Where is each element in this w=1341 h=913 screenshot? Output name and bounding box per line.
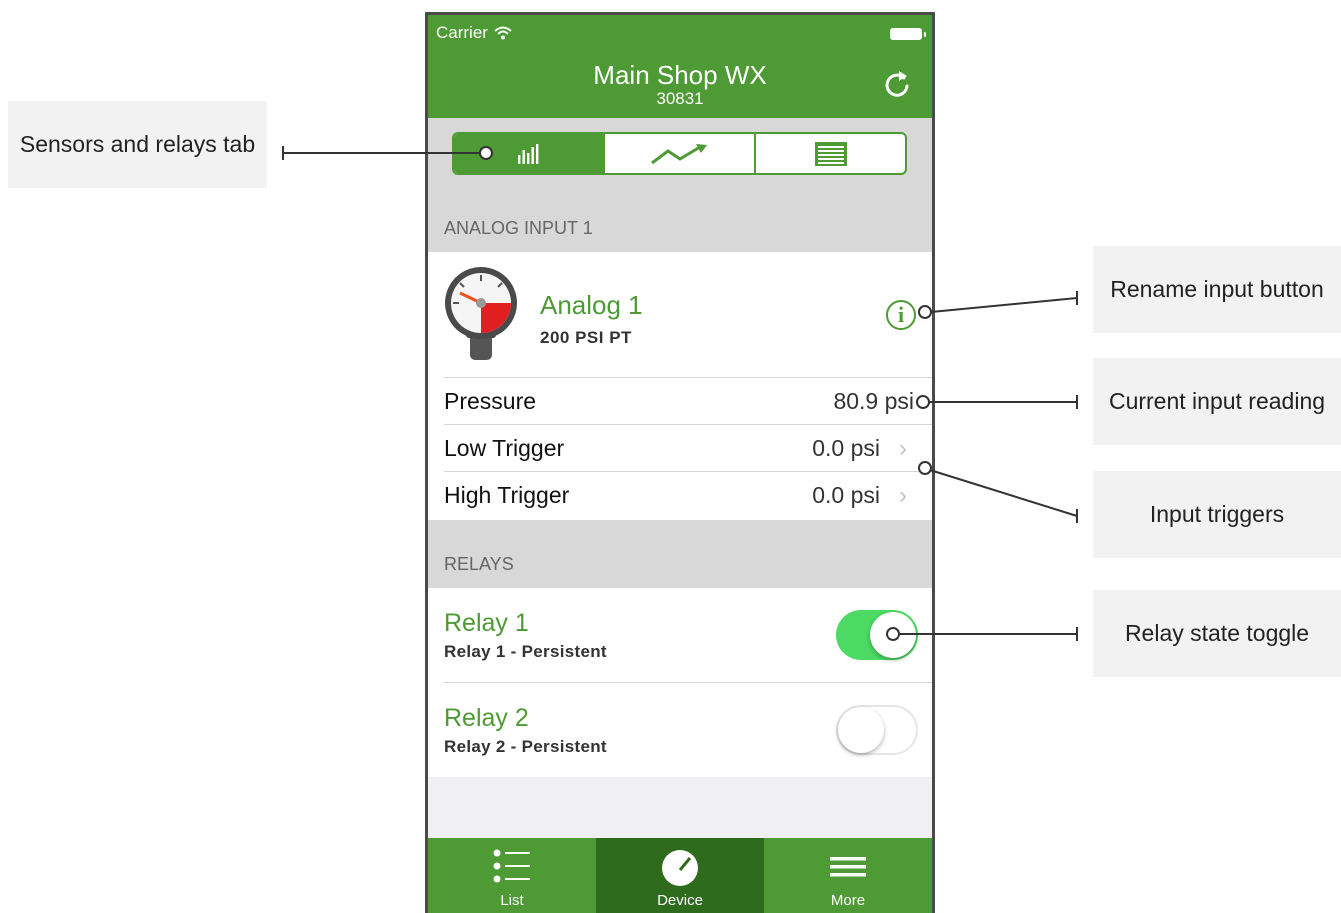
callout-rename-button: Rename input button (1093, 246, 1341, 333)
tab-device[interactable]: Device (596, 838, 764, 913)
analog-section-header: ANALOG INPUT 1 (428, 204, 932, 252)
callout-relay-toggle: Relay state toggle (1093, 590, 1341, 677)
nav-bar: Main Shop WX 30831 (428, 51, 932, 118)
reading-row: Pressure 80.9 psi (444, 377, 932, 425)
high-trigger-value: 0.0 psi (812, 482, 880, 508)
chevron-right-icon: › (899, 434, 907, 462)
reading-label: Pressure (444, 388, 537, 414)
low-trigger-value: 0.0 psi (812, 435, 880, 461)
tab-data-table[interactable] (756, 134, 905, 173)
callout-input-triggers: Input triggers (1093, 471, 1341, 558)
tab-more-label: More (830, 892, 866, 909)
tab-history-graph[interactable] (605, 134, 756, 173)
relay-2-subtitle: Relay 2 - Persistent (444, 737, 607, 756)
table-grid-icon (814, 141, 847, 166)
relays-section-header: RELAYS (428, 520, 932, 588)
low-trigger-label: Low Trigger (444, 435, 565, 461)
row-divider (444, 682, 932, 683)
device-title: Main Shop WX (593, 60, 767, 90)
carrier-indicator: Carrier (436, 23, 512, 43)
tab-more[interactable]: More (764, 838, 932, 913)
relay-1-toggle[interactable] (836, 610, 918, 660)
tab-list[interactable]: List (428, 838, 596, 913)
status-bar: Carrier (428, 15, 932, 51)
callout-sensors-tab: Sensors and relays tab (8, 101, 267, 188)
pressure-gauge-icon (445, 267, 517, 360)
tab-sensors-relays[interactable] (454, 134, 605, 173)
list-icon (493, 849, 530, 883)
relays-card: Relay 1 Relay 1 - Persistent Relay 2 Rel… (428, 588, 932, 777)
relay-2-toggle[interactable] (836, 705, 918, 755)
bottom-tab-bar: List Device More (428, 838, 932, 913)
bar-chart-icon (517, 143, 538, 164)
toggle-knob (870, 612, 916, 658)
relay-1-subtitle: Relay 1 - Persistent (444, 642, 607, 661)
high-trigger-label: High Trigger (444, 482, 570, 508)
wifi-icon (494, 26, 512, 40)
device-dial-icon (662, 850, 698, 886)
menu-icon (830, 857, 866, 877)
device-id: 30831 (656, 89, 704, 108)
low-trigger-row[interactable]: Low Trigger 0.0 psi › (444, 424, 932, 472)
relay-2-name: Relay 2 (444, 704, 529, 732)
sensor-type: 200 PSI PT (540, 328, 632, 347)
high-trigger-row[interactable]: High Trigger 0.0 psi › (444, 471, 932, 519)
carrier-label: Carrier (436, 23, 488, 42)
refresh-icon[interactable] (880, 67, 914, 101)
callout-current-reading: Current input reading (1093, 358, 1341, 445)
battery-icon (890, 28, 926, 40)
rename-input-button[interactable]: i (886, 300, 916, 330)
phone-screen: Carrier Main Shop WX 30831 ANALOG INPUT … (425, 12, 935, 913)
tab-device-label: Device (657, 892, 703, 909)
chevron-right-icon: › (899, 481, 907, 509)
tab-list-label: List (500, 892, 524, 909)
sensor-name: Analog 1 (540, 290, 643, 320)
view-selector-area (428, 118, 932, 204)
analog-input-card: Analog 1 200 PSI PT i Pressure 80.9 psi … (428, 252, 932, 520)
relay-1-name: Relay 1 (444, 609, 529, 637)
trend-line-icon (650, 143, 707, 164)
reading-value: 80.9 psi (833, 388, 914, 414)
view-segmented-control (452, 132, 907, 175)
toggle-knob (838, 707, 884, 753)
